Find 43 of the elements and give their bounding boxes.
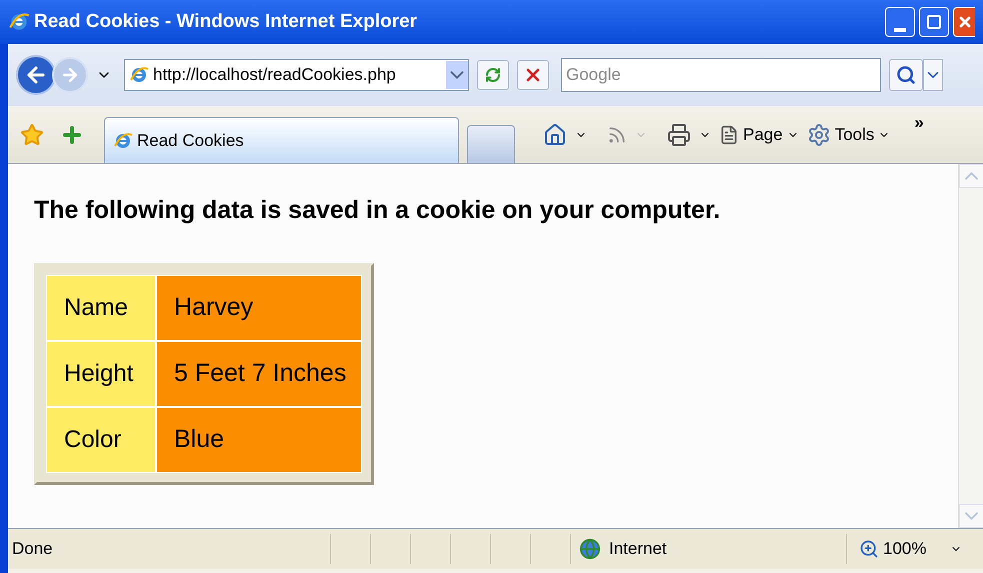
maximize-button[interactable]: [919, 7, 949, 37]
print-icon[interactable]: [667, 122, 691, 146]
table-cell: Harvey: [157, 276, 361, 340]
maximize-icon: [926, 14, 942, 30]
feeds-icon[interactable]: [607, 124, 627, 144]
address-text: http://localhost/readCookies.php: [153, 64, 397, 86]
address-field[interactable]: http://localhost/readCookies.php: [124, 59, 469, 91]
page-heading: The following data is saved in a cookie on your computer.: [34, 195, 722, 226]
close-icon: [956, 14, 972, 30]
minimize-button[interactable]: [885, 7, 915, 37]
refresh-icon: [485, 67, 501, 83]
tools-menu-button[interactable]: Tools: [806, 122, 890, 148]
browser-tab[interactable]: Read Cookies: [104, 117, 459, 163]
forward-arrow-icon: [60, 65, 80, 85]
refresh-button[interactable]: [477, 60, 509, 90]
page-menu-button[interactable]: Page: [719, 122, 799, 148]
zoom-level[interactable]: 100%: [883, 536, 926, 562]
table-cell: Height: [47, 342, 155, 406]
address-dropdown-icon[interactable]: [446, 61, 468, 89]
page-icon: [719, 124, 739, 144]
search-options-icon[interactable]: [923, 59, 943, 91]
back-button[interactable]: [16, 55, 56, 95]
close-button[interactable]: [953, 7, 975, 37]
status-text: Done: [11, 538, 54, 560]
search-icon: [896, 65, 916, 85]
home-icon[interactable]: [543, 122, 567, 146]
table-cell: Blue: [157, 408, 361, 472]
browser-logo-icon: [129, 65, 149, 85]
table-cell: Name: [47, 276, 155, 340]
stop-button[interactable]: [517, 60, 549, 90]
search-field[interactable]: Google: [561, 58, 881, 92]
more-commands-button[interactable]: »: [914, 110, 924, 136]
minimize-icon: [894, 28, 906, 32]
globe-icon: [579, 538, 601, 560]
search-button[interactable]: [889, 59, 923, 91]
security-zone: Internet: [609, 538, 667, 560]
zoom-icon[interactable]: [859, 539, 879, 559]
browser-logo-icon: [113, 130, 133, 150]
gear-icon: [806, 122, 831, 146]
table-cell: 5 Feet 7 Inches: [157, 342, 361, 406]
window-title: Read Cookies - Windows Internet Explorer: [34, 10, 418, 34]
table-cell: Color: [47, 408, 155, 472]
favorites-star-icon[interactable]: [20, 122, 44, 146]
